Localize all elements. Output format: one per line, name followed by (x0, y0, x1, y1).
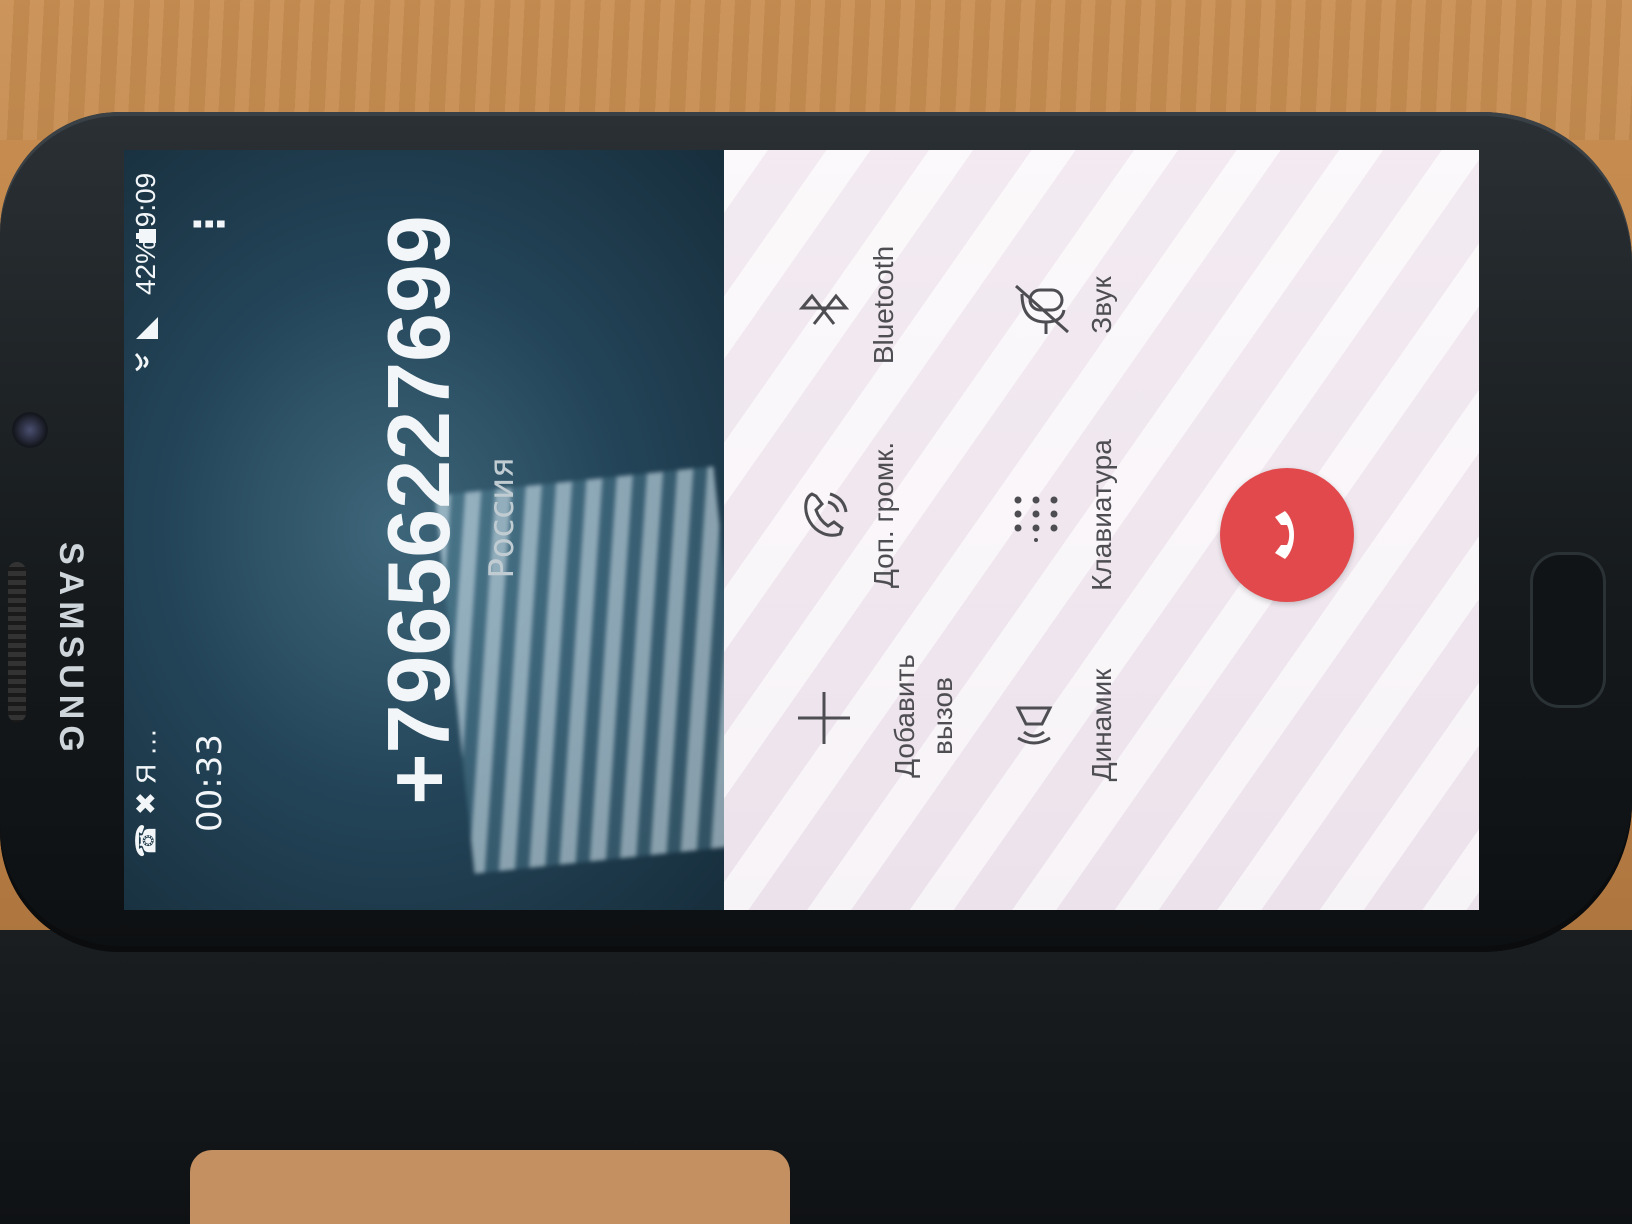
extra-volume-label[interactable]: Доп. громк. (868, 442, 900, 588)
bluetooth-label[interactable]: Bluetooth (868, 246, 900, 364)
extra-volume-icon[interactable] (798, 488, 852, 542)
bluetooth-icon[interactable] (798, 282, 850, 334)
status-time: 9:09 (130, 172, 161, 228)
keypad-label[interactable]: Клавиатура (1086, 439, 1118, 591)
keypad-icon[interactable] (1012, 494, 1060, 542)
add-call-label[interactable]: Добавить вызов (886, 654, 962, 778)
status-left-icons: ☎ ✖ Я … (130, 728, 162, 858)
call-duration: 00:33 (190, 734, 230, 832)
front-camera (12, 412, 48, 448)
mute-label[interactable]: Звук (1086, 276, 1118, 333)
wifi-icon (134, 352, 149, 372)
phone-number: +79656227699 (369, 215, 468, 805)
call-screen: ☎ ✖ Я … 9:09 42% 00:33 ⋮ +79656227699 Ро… (124, 150, 1479, 910)
more-options-icon[interactable]: ⋮ (187, 204, 233, 244)
battery-icon (136, 229, 156, 243)
mute-icon[interactable] (1010, 282, 1070, 342)
battery-level: 42% (130, 238, 161, 296)
speaker-icon[interactable] (1010, 690, 1068, 748)
earpiece-speaker (8, 562, 26, 722)
add-call-icon[interactable] (796, 690, 852, 746)
region-label: Россия (482, 457, 522, 579)
home-button[interactable] (1530, 552, 1606, 708)
end-call-button[interactable] (1220, 468, 1354, 602)
speaker-label[interactable]: Динамик (1086, 669, 1118, 782)
signal-icon (136, 317, 158, 339)
brand-logo: SAMSUNG (52, 542, 90, 758)
case-window-cutout (190, 1150, 790, 1224)
end-call-icon (1275, 511, 1294, 559)
